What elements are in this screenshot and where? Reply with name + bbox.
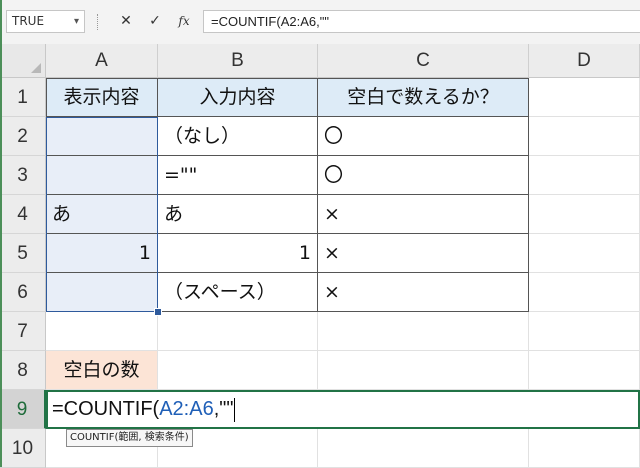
- cell-a6[interactable]: [46, 273, 158, 312]
- row-header-1[interactable]: 1: [0, 78, 46, 117]
- formula-bar-grip[interactable]: [97, 14, 100, 30]
- cell-d4[interactable]: [529, 195, 640, 234]
- row-header-6[interactable]: 6: [0, 273, 46, 312]
- row-header-8[interactable]: 8: [0, 351, 46, 390]
- cell-c5[interactable]: ×: [318, 234, 529, 273]
- cell-a8[interactable]: 空白の数: [46, 351, 158, 390]
- cell-c1[interactable]: 空白で数えるか？: [318, 78, 529, 117]
- column-header-a[interactable]: A: [46, 44, 158, 78]
- row-header-5[interactable]: 5: [0, 234, 46, 273]
- enter-icon[interactable]: ✓: [142, 10, 168, 33]
- cell-c10[interactable]: [318, 429, 529, 468]
- insert-function-icon[interactable]: fx: [171, 10, 197, 33]
- cell-b8[interactable]: [158, 351, 318, 390]
- formula-bar: TRUE ▾ ✕ ✓ fx =COUNTIF(A2:A6,"": [0, 0, 640, 45]
- function-tooltip[interactable]: COUNTIF(範囲, 検索条件): [66, 429, 193, 447]
- cell-d1[interactable]: [529, 78, 640, 117]
- cell-c7[interactable]: [318, 312, 529, 351]
- cell-b5[interactable]: 1: [158, 234, 318, 273]
- cell-b2[interactable]: （なし）: [158, 117, 318, 156]
- table-left-border: [46, 78, 47, 312]
- cell-a3[interactable]: [46, 156, 158, 195]
- cell-d5[interactable]: [529, 234, 640, 273]
- cell-d7[interactable]: [529, 312, 640, 351]
- row-header-2[interactable]: 2: [0, 117, 46, 156]
- cell-a9-editing[interactable]: =COUNTIF(A2:A6,"": [52, 392, 236, 427]
- cell-c2[interactable]: 〇: [318, 117, 529, 156]
- row-header-3[interactable]: 3: [0, 156, 46, 195]
- cell-b6[interactable]: （スペース）: [158, 273, 318, 312]
- column-header-b[interactable]: B: [158, 44, 318, 78]
- cell-b7[interactable]: [158, 312, 318, 351]
- text-caret: [234, 397, 236, 422]
- cell-a4[interactable]: あ: [46, 195, 158, 234]
- row-header-10[interactable]: 10: [0, 429, 46, 468]
- column-header-d[interactable]: D: [529, 44, 640, 78]
- cell-c6[interactable]: ×: [318, 273, 529, 312]
- cancel-icon[interactable]: ✕: [113, 10, 139, 33]
- cell-c8[interactable]: [318, 351, 529, 390]
- window-edge: [0, 0, 2, 467]
- cell-c4[interactable]: ×: [318, 195, 529, 234]
- formula-range-ref: A2:A6: [159, 398, 214, 420]
- cell-d10[interactable]: [529, 429, 640, 468]
- cell-d3[interactable]: [529, 156, 640, 195]
- table-top-border: [46, 78, 529, 79]
- cell-a2[interactable]: [46, 117, 158, 156]
- cell-d2[interactable]: [529, 117, 640, 156]
- row-header-7[interactable]: 7: [0, 312, 46, 351]
- row-header-4[interactable]: 4: [0, 195, 46, 234]
- name-box[interactable]: TRUE ▾: [6, 10, 85, 33]
- cell-b3[interactable]: ="": [158, 156, 318, 195]
- name-box-value: TRUE: [12, 14, 45, 28]
- formula-suffix: ,"": [213, 398, 234, 420]
- cell-a1[interactable]: 表示内容: [46, 78, 158, 117]
- cell-d8[interactable]: [529, 351, 640, 390]
- worksheet-grid: A B C D 1 2 3 4 5 6 7 8 9 10 表示内容 入力内容 空…: [0, 44, 640, 468]
- range-handle[interactable]: [154, 308, 162, 316]
- cell-c3[interactable]: 〇: [318, 156, 529, 195]
- formula-prefix: =COUNTIF(: [52, 398, 160, 420]
- cell-b1[interactable]: 入力内容: [158, 78, 318, 117]
- cell-a7[interactable]: [46, 312, 158, 351]
- cell-a5[interactable]: 1: [46, 234, 158, 273]
- formula-input[interactable]: =COUNTIF(A2:A6,"": [203, 10, 640, 33]
- cell-b4[interactable]: あ: [158, 195, 318, 234]
- column-header-c[interactable]: C: [318, 44, 529, 78]
- chevron-down-icon[interactable]: ▾: [74, 11, 79, 32]
- cell-d6[interactable]: [529, 273, 640, 312]
- row-header-9[interactable]: 9: [0, 390, 46, 429]
- select-all-button[interactable]: [0, 44, 46, 78]
